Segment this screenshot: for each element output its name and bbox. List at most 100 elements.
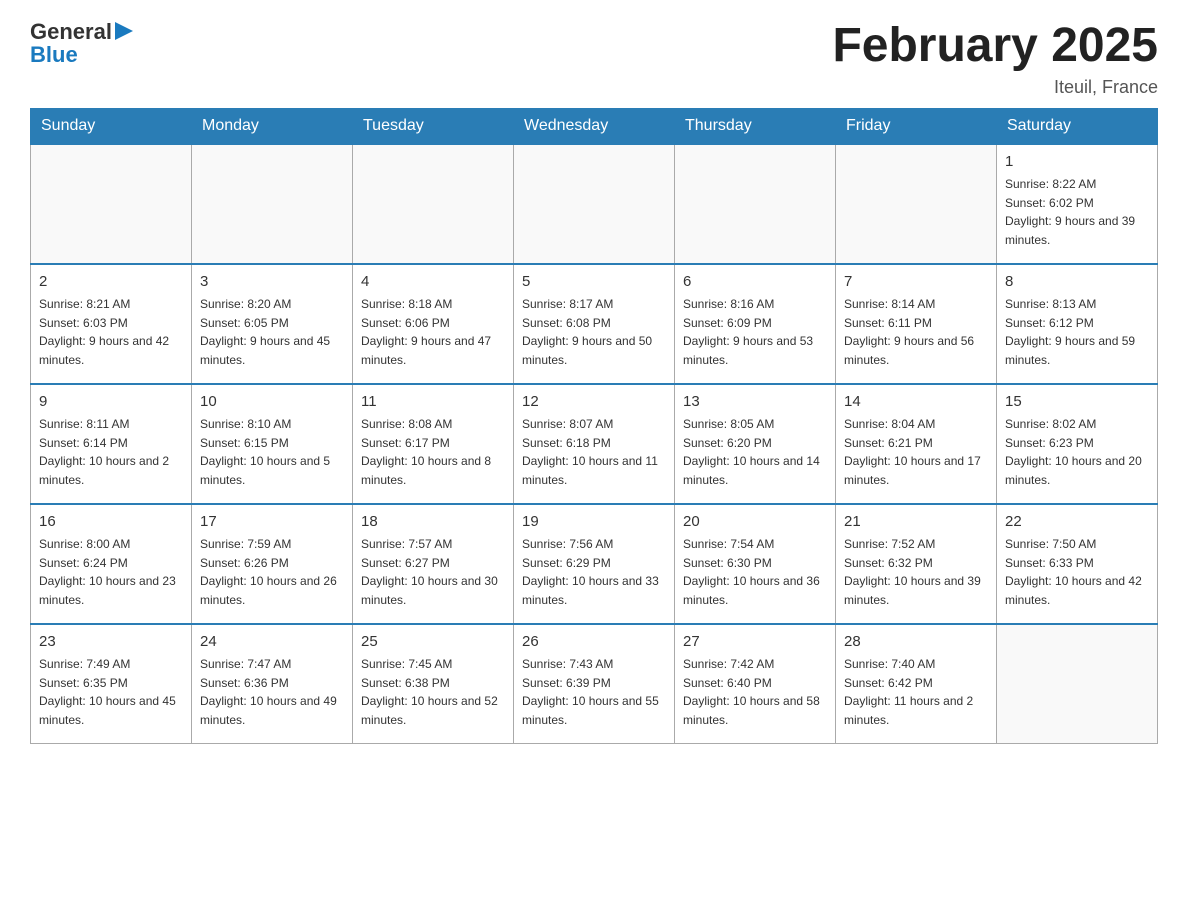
day-info: Sunrise: 7:49 AM Sunset: 6:35 PM Dayligh… — [39, 655, 183, 729]
calendar-cell: 9Sunrise: 8:11 AM Sunset: 6:14 PM Daylig… — [31, 384, 192, 504]
day-number: 4 — [361, 271, 505, 294]
day-number: 17 — [200, 511, 344, 534]
day-info: Sunrise: 8:00 AM Sunset: 6:24 PM Dayligh… — [39, 535, 183, 609]
day-info: Sunrise: 8:10 AM Sunset: 6:15 PM Dayligh… — [200, 415, 344, 489]
day-number: 13 — [683, 391, 827, 414]
day-info: Sunrise: 7:45 AM Sunset: 6:38 PM Dayligh… — [361, 655, 505, 729]
logo: General Blue — [30, 20, 133, 67]
day-info: Sunrise: 8:05 AM Sunset: 6:20 PM Dayligh… — [683, 415, 827, 489]
calendar-cell — [675, 144, 836, 264]
day-info: Sunrise: 8:16 AM Sunset: 6:09 PM Dayligh… — [683, 295, 827, 369]
page-header: General Blue February 2025 Iteuil, Franc… — [30, 20, 1158, 98]
calendar-cell: 2Sunrise: 8:21 AM Sunset: 6:03 PM Daylig… — [31, 264, 192, 384]
day-info: Sunrise: 7:40 AM Sunset: 6:42 PM Dayligh… — [844, 655, 988, 729]
calendar-cell — [192, 144, 353, 264]
calendar-cell: 13Sunrise: 8:05 AM Sunset: 6:20 PM Dayli… — [675, 384, 836, 504]
day-number: 27 — [683, 631, 827, 654]
day-info: Sunrise: 8:04 AM Sunset: 6:21 PM Dayligh… — [844, 415, 988, 489]
day-info: Sunrise: 7:52 AM Sunset: 6:32 PM Dayligh… — [844, 535, 988, 609]
day-info: Sunrise: 7:54 AM Sunset: 6:30 PM Dayligh… — [683, 535, 827, 609]
calendar-cell: 6Sunrise: 8:16 AM Sunset: 6:09 PM Daylig… — [675, 264, 836, 384]
day-info: Sunrise: 7:50 AM Sunset: 6:33 PM Dayligh… — [1005, 535, 1149, 609]
col-friday: Friday — [836, 108, 997, 144]
day-info: Sunrise: 7:43 AM Sunset: 6:39 PM Dayligh… — [522, 655, 666, 729]
day-number: 16 — [39, 511, 183, 534]
logo-general: General — [30, 20, 112, 44]
title-area: February 2025 Iteuil, France — [832, 20, 1158, 98]
day-number: 18 — [361, 511, 505, 534]
calendar-cell: 5Sunrise: 8:17 AM Sunset: 6:08 PM Daylig… — [514, 264, 675, 384]
week-row-5: 23Sunrise: 7:49 AM Sunset: 6:35 PM Dayli… — [31, 624, 1158, 744]
calendar-cell: 19Sunrise: 7:56 AM Sunset: 6:29 PM Dayli… — [514, 504, 675, 624]
calendar-subtitle: Iteuil, France — [832, 77, 1158, 98]
day-number: 20 — [683, 511, 827, 534]
calendar-cell: 1Sunrise: 8:22 AM Sunset: 6:02 PM Daylig… — [997, 144, 1158, 264]
day-number: 1 — [1005, 151, 1149, 174]
day-info: Sunrise: 7:42 AM Sunset: 6:40 PM Dayligh… — [683, 655, 827, 729]
calendar-cell: 16Sunrise: 8:00 AM Sunset: 6:24 PM Dayli… — [31, 504, 192, 624]
calendar-cell: 18Sunrise: 7:57 AM Sunset: 6:27 PM Dayli… — [353, 504, 514, 624]
day-number: 26 — [522, 631, 666, 654]
calendar-cell — [997, 624, 1158, 744]
col-sunday: Sunday — [31, 108, 192, 144]
day-number: 10 — [200, 391, 344, 414]
calendar-cell — [31, 144, 192, 264]
day-number: 6 — [683, 271, 827, 294]
day-info: Sunrise: 8:08 AM Sunset: 6:17 PM Dayligh… — [361, 415, 505, 489]
calendar-cell: 15Sunrise: 8:02 AM Sunset: 6:23 PM Dayli… — [997, 384, 1158, 504]
day-info: Sunrise: 7:47 AM Sunset: 6:36 PM Dayligh… — [200, 655, 344, 729]
day-number: 25 — [361, 631, 505, 654]
day-info: Sunrise: 8:14 AM Sunset: 6:11 PM Dayligh… — [844, 295, 988, 369]
calendar-cell: 7Sunrise: 8:14 AM Sunset: 6:11 PM Daylig… — [836, 264, 997, 384]
calendar-cell: 24Sunrise: 7:47 AM Sunset: 6:36 PM Dayli… — [192, 624, 353, 744]
calendar-cell: 22Sunrise: 7:50 AM Sunset: 6:33 PM Dayli… — [997, 504, 1158, 624]
calendar-cell: 21Sunrise: 7:52 AM Sunset: 6:32 PM Dayli… — [836, 504, 997, 624]
day-info: Sunrise: 8:11 AM Sunset: 6:14 PM Dayligh… — [39, 415, 183, 489]
day-number: 28 — [844, 631, 988, 654]
week-row-2: 2Sunrise: 8:21 AM Sunset: 6:03 PM Daylig… — [31, 264, 1158, 384]
day-info: Sunrise: 7:57 AM Sunset: 6:27 PM Dayligh… — [361, 535, 505, 609]
day-info: Sunrise: 7:56 AM Sunset: 6:29 PM Dayligh… — [522, 535, 666, 609]
logo-arrow-icon — [115, 22, 133, 40]
calendar-cell: 10Sunrise: 8:10 AM Sunset: 6:15 PM Dayli… — [192, 384, 353, 504]
header-row: Sunday Monday Tuesday Wednesday Thursday… — [31, 108, 1158, 144]
calendar-cell: 17Sunrise: 7:59 AM Sunset: 6:26 PM Dayli… — [192, 504, 353, 624]
calendar-cell: 14Sunrise: 8:04 AM Sunset: 6:21 PM Dayli… — [836, 384, 997, 504]
calendar-body: 1Sunrise: 8:22 AM Sunset: 6:02 PM Daylig… — [31, 144, 1158, 744]
col-monday: Monday — [192, 108, 353, 144]
day-info: Sunrise: 8:02 AM Sunset: 6:23 PM Dayligh… — [1005, 415, 1149, 489]
calendar-cell — [514, 144, 675, 264]
col-wednesday: Wednesday — [514, 108, 675, 144]
day-number: 11 — [361, 391, 505, 414]
calendar-cell: 26Sunrise: 7:43 AM Sunset: 6:39 PM Dayli… — [514, 624, 675, 744]
col-thursday: Thursday — [675, 108, 836, 144]
day-number: 5 — [522, 271, 666, 294]
logo-blue: Blue — [30, 43, 133, 67]
calendar-table: Sunday Monday Tuesday Wednesday Thursday… — [30, 108, 1158, 745]
day-number: 8 — [1005, 271, 1149, 294]
day-number: 24 — [200, 631, 344, 654]
calendar-cell: 3Sunrise: 8:20 AM Sunset: 6:05 PM Daylig… — [192, 264, 353, 384]
day-number: 19 — [522, 511, 666, 534]
calendar-cell: 11Sunrise: 8:08 AM Sunset: 6:17 PM Dayli… — [353, 384, 514, 504]
day-number: 22 — [1005, 511, 1149, 534]
calendar-cell — [836, 144, 997, 264]
day-number: 14 — [844, 391, 988, 414]
calendar-cell — [353, 144, 514, 264]
calendar-cell: 27Sunrise: 7:42 AM Sunset: 6:40 PM Dayli… — [675, 624, 836, 744]
calendar-cell: 23Sunrise: 7:49 AM Sunset: 6:35 PM Dayli… — [31, 624, 192, 744]
day-info: Sunrise: 8:20 AM Sunset: 6:05 PM Dayligh… — [200, 295, 344, 369]
week-row-3: 9Sunrise: 8:11 AM Sunset: 6:14 PM Daylig… — [31, 384, 1158, 504]
calendar-cell: 4Sunrise: 8:18 AM Sunset: 6:06 PM Daylig… — [353, 264, 514, 384]
week-row-4: 16Sunrise: 8:00 AM Sunset: 6:24 PM Dayli… — [31, 504, 1158, 624]
week-row-1: 1Sunrise: 8:22 AM Sunset: 6:02 PM Daylig… — [31, 144, 1158, 264]
day-info: Sunrise: 8:13 AM Sunset: 6:12 PM Dayligh… — [1005, 295, 1149, 369]
col-tuesday: Tuesday — [353, 108, 514, 144]
day-number: 21 — [844, 511, 988, 534]
day-info: Sunrise: 8:21 AM Sunset: 6:03 PM Dayligh… — [39, 295, 183, 369]
calendar-cell: 12Sunrise: 8:07 AM Sunset: 6:18 PM Dayli… — [514, 384, 675, 504]
day-number: 15 — [1005, 391, 1149, 414]
day-info: Sunrise: 8:22 AM Sunset: 6:02 PM Dayligh… — [1005, 175, 1149, 249]
day-number: 7 — [844, 271, 988, 294]
day-number: 3 — [200, 271, 344, 294]
